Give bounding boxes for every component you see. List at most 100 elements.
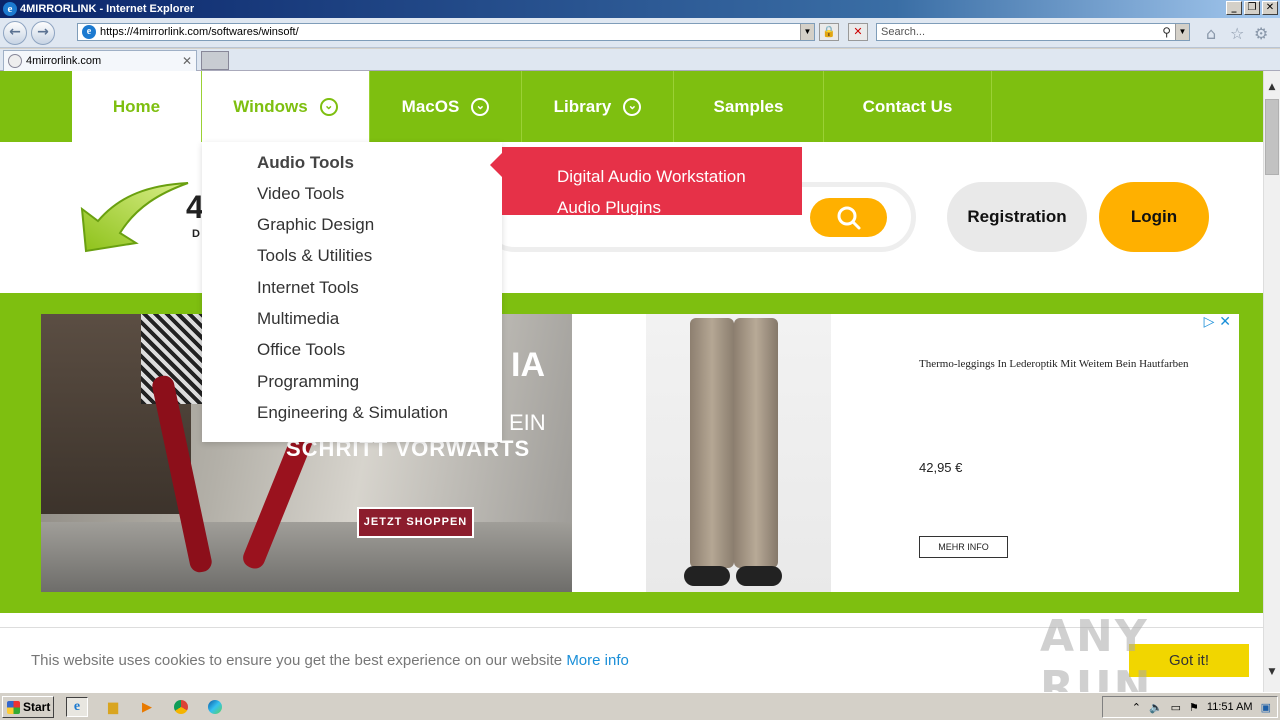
start-label: Start	[23, 700, 51, 714]
nav-home[interactable]: Home	[72, 71, 202, 142]
logo-subtext: D	[192, 228, 200, 240]
tab-favicon-icon	[8, 54, 22, 68]
site-search-button[interactable]	[810, 198, 887, 237]
nav-library[interactable]: Library ⌄	[522, 71, 674, 142]
menu-item-internet-tools[interactable]: Internet Tools	[257, 278, 359, 298]
scroll-thumb[interactable]	[1265, 99, 1279, 175]
search-placeholder: Search...	[881, 26, 926, 38]
tab-close-icon[interactable]: ✕	[182, 54, 192, 68]
vertical-scrollbar[interactable]: ▲ ▼	[1263, 71, 1280, 692]
chrome-taskbar-icon[interactable]	[170, 697, 192, 717]
flag-icon[interactable]: ⚑	[1189, 701, 1199, 714]
chevron-down-icon: ⌄	[471, 97, 490, 116]
system-tray: ⌃ 🔈 ▭ ⚑ 11:51 AM ▣	[1102, 696, 1278, 718]
ad-shoe	[684, 566, 730, 586]
forward-arrow-icon[interactable]: →	[31, 21, 55, 45]
ad-more-info-button[interactable]: MEHR INFO	[919, 536, 1008, 558]
restore-button[interactable]: ❐	[1244, 1, 1260, 15]
nav-samples-label: Samples	[713, 96, 784, 116]
tab-label: 4mirrorlink.com	[26, 55, 102, 67]
menu-item-tools-utilities[interactable]: Tools & Utilities	[257, 246, 372, 266]
nav-macos-label: MacOS	[401, 96, 460, 116]
browser-toolbar: ← → e https://4mirrorlink.com/softwares/…	[0, 18, 1280, 48]
stop-icon[interactable]: ✕	[848, 23, 868, 41]
cookie-text: This website uses cookies to ensure you …	[31, 652, 563, 669]
ad-headline: IA	[511, 346, 545, 384]
nav-contact[interactable]: Contact Us	[824, 71, 992, 142]
menu-item-video-tools[interactable]: Video Tools	[257, 184, 344, 204]
chevron-down-icon: ⌄	[623, 97, 642, 116]
window-title: 4MIRRORLINK - Internet Explorer	[20, 3, 195, 15]
start-button[interactable]: Start	[2, 696, 54, 718]
scroll-down-icon[interactable]: ▼	[1264, 664, 1280, 680]
minimize-button[interactable]: _	[1226, 1, 1242, 15]
ie-taskbar-icon[interactable]: e	[66, 697, 88, 717]
login-button[interactable]: Login	[1099, 182, 1209, 252]
page-viewport: Home Windows ⌄ MacOS ⌄ Library ⌄ Samples…	[0, 71, 1263, 692]
close-button[interactable]: ✕	[1262, 1, 1278, 15]
ad-shop-button[interactable]: JETZT SHOPPEN	[357, 507, 474, 538]
browser-tab[interactable]: 4mirrorlink.com ✕	[3, 50, 197, 71]
nav-library-label: Library	[553, 96, 612, 116]
submenu-item-daw[interactable]: Digital Audio Workstation	[557, 167, 746, 187]
taskbar: Start e ▆ ▶ ⌃ 🔈 ▭ ⚑ 11:51 AM ▣	[0, 692, 1280, 720]
ad-pant-leg	[734, 318, 778, 568]
menu-item-graphic-design[interactable]: Graphic Design	[257, 215, 374, 235]
nav-home-label: Home	[112, 96, 161, 116]
media-player-taskbar-icon[interactable]: ▶	[136, 697, 158, 717]
show-desktop-icon[interactable]: ▣	[1261, 701, 1271, 714]
search-dropdown-icon[interactable]: ▼	[1175, 24, 1189, 40]
logo-arrow-icon[interactable]	[80, 181, 190, 253]
chevron-down-icon: ⌄	[319, 97, 338, 116]
back-arrow-icon[interactable]: ←	[3, 21, 27, 45]
favorites-star-icon[interactable]: ☆	[1230, 24, 1244, 43]
adchoices-close-icon[interactable]: ▷ ✕	[1204, 314, 1231, 330]
page-icon: e	[82, 25, 96, 39]
network-icon[interactable]: ▭	[1171, 701, 1181, 714]
windows-dropdown-menu: Audio Tools Video Tools Graphic Design T…	[202, 142, 502, 442]
ad-right-product[interactable]: Thermo-leggings In Lederoptik Mit Weitem…	[572, 314, 1239, 592]
home-icon[interactable]: ⌂	[1206, 24, 1216, 43]
menu-item-office-tools[interactable]: Office Tools	[257, 340, 345, 360]
address-dropdown-icon[interactable]: ▼	[800, 24, 814, 40]
address-bar[interactable]: e https://4mirrorlink.com/softwares/wins…	[77, 23, 815, 41]
nav-macos[interactable]: MacOS ⌄	[370, 71, 522, 142]
audio-tools-submenu: Digital Audio Workstation Audio Plugins	[490, 147, 802, 218]
ad-line1: EIN	[509, 410, 546, 435]
menu-item-audio-tools[interactable]: Audio Tools	[257, 153, 354, 173]
search-icon	[837, 206, 861, 230]
scroll-up-icon[interactable]: ▲	[1264, 79, 1280, 95]
ad-street	[41, 522, 572, 592]
tray-arrow-icon[interactable]: ⌃	[1132, 701, 1141, 714]
ad-pant-leg	[690, 318, 734, 568]
search-icon[interactable]: ⚲	[1162, 24, 1171, 40]
new-tab-button[interactable]	[201, 51, 229, 70]
nav-contact-label: Contact Us	[862, 96, 953, 116]
submenu-item-audio-plugins[interactable]: Audio Plugins	[557, 198, 661, 218]
nav-samples[interactable]: Samples	[674, 71, 824, 142]
registration-button[interactable]: Registration	[947, 182, 1087, 252]
settings-gear-icon[interactable]: ⚙	[1254, 24, 1268, 43]
ie-logo-icon: e	[3, 2, 17, 16]
cookie-message: This website uses cookies to ensure you …	[31, 652, 629, 669]
nav-windows-label: Windows	[233, 96, 308, 116]
main-nav: Home Windows ⌄ MacOS ⌄ Library ⌄ Samples…	[0, 71, 1263, 142]
window-controls: _ ❐ ✕	[1226, 1, 1278, 15]
menu-item-programming[interactable]: Programming	[257, 372, 359, 392]
volume-icon[interactable]: 🔈	[1149, 701, 1163, 714]
window-titlebar: e 4MIRRORLINK - Internet Explorer _ ❐ ✕	[0, 0, 1280, 18]
edge-taskbar-icon[interactable]	[204, 697, 226, 717]
folder-taskbar-icon[interactable]: ▆	[102, 697, 124, 717]
lock-icon[interactable]: 🔒	[819, 23, 839, 41]
clock[interactable]: 11:51 AM	[1207, 701, 1253, 713]
nav-windows[interactable]: Windows ⌄	[202, 71, 370, 142]
anyrun-watermark: ANY RUN	[1040, 611, 1153, 692]
cookie-more-info-link[interactable]: More info	[566, 652, 629, 669]
menu-item-multimedia[interactable]: Multimedia	[257, 309, 339, 329]
menu-item-engineering-simulation[interactable]: Engineering & Simulation	[257, 403, 448, 423]
address-text: https://4mirrorlink.com/softwares/winsof…	[100, 26, 299, 38]
ad-product-title: Thermo-leggings In Lederoptik Mit Weitem…	[919, 358, 1189, 370]
tab-strip: 4mirrorlink.com ✕	[0, 49, 1280, 71]
ad-product-price: 42,95 €	[919, 460, 963, 475]
search-input[interactable]: Search... ⚲ ▼	[876, 23, 1190, 41]
